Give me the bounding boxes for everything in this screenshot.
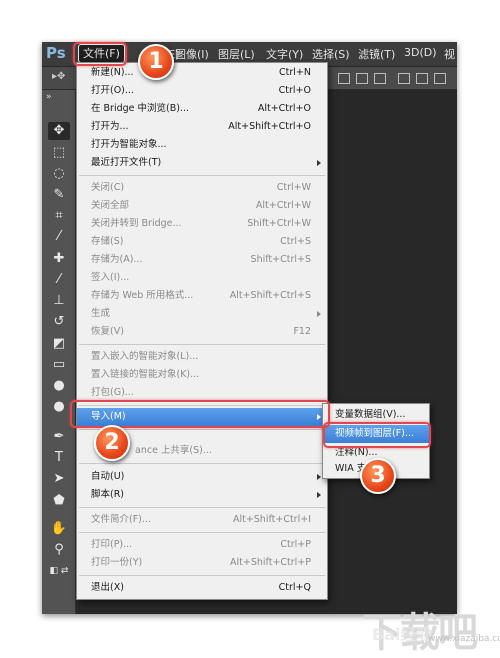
menu-view[interactable]: 视 <box>444 46 455 62</box>
watermark-url: www.xiazaiba.com <box>428 634 500 644</box>
menu-item-close[interactable]: 关闭(C) Ctrl+W <box>77 180 327 196</box>
ps-logo: Ps <box>46 44 66 62</box>
zoom-tool-icon[interactable]: ⚲ <box>48 541 70 559</box>
move-tool-option-icon[interactable]: ▸✥ <box>52 71 65 82</box>
menu-item-print-one-copy[interactable]: 打印一份(Y) Alt+Shift+Ctrl+P <box>77 555 327 571</box>
menu-item-open[interactable]: 打开(O)... Ctrl+O <box>77 83 327 99</box>
distribute-middle-icon[interactable] <box>416 73 428 84</box>
step-badge-1: 1 <box>138 44 174 80</box>
menu-item-save-as[interactable]: 存储为(A)... Shift+Ctrl+S <box>77 252 327 268</box>
highlight-ring-file-menu <box>73 42 127 66</box>
submenu-item-variable-data-sets[interactable]: 变量数据组(V)... <box>323 407 429 423</box>
menu-item-new[interactable]: 新建(N)... Ctrl+N <box>77 65 327 81</box>
menu-item-place-embedded[interactable]: 置入嵌入的智能对象(L)... <box>77 349 327 365</box>
hand-tool-icon[interactable]: ✋ <box>48 520 70 538</box>
default-colors-icon[interactable]: ◧ ⇄ <box>48 562 70 580</box>
menu-separator <box>79 532 325 533</box>
history-brush-tool-icon[interactable]: ↺ <box>48 313 70 331</box>
menu-item-revert[interactable]: 恢复(V) F12 <box>77 324 327 340</box>
crop-tool-icon[interactable]: ⌗ <box>48 207 70 225</box>
clone-stamp-tool-icon[interactable]: ⊥ <box>48 292 70 310</box>
submenu-arrow-icon <box>317 311 321 317</box>
menu-separator <box>79 507 325 508</box>
submenu-arrow-icon <box>317 492 321 498</box>
menu-separator <box>79 575 325 576</box>
tools-panel: » ✥ ⬚ ◌ ✎ ⌗ ⁄ ✚ ⁄ ⊥ ↺ ◩ ▭ ● ● ✒ T ➤ ⬟ ✋ … <box>42 90 76 614</box>
menu-item-check-in[interactable]: 签入(I)... <box>77 270 327 286</box>
menu-item-close-go-bridge[interactable]: 关闭并转到 Bridge... Shift+Ctrl+W <box>77 216 327 232</box>
step-badge-3: 3 <box>360 458 396 494</box>
menu-item-print[interactable]: 打印(P)... Ctrl+P <box>77 537 327 553</box>
dodge-tool-icon[interactable]: ● <box>48 398 70 416</box>
blur-tool-icon[interactable]: ● <box>48 377 70 395</box>
align-left-icon[interactable] <box>338 73 350 84</box>
menu-image[interactable]: 图像(I) <box>175 46 209 62</box>
align-right-icon[interactable] <box>374 73 386 84</box>
menu-type[interactable]: 文字(Y) <box>266 46 303 62</box>
menu-item-browse-bridge[interactable]: 在 Bridge 中浏览(B)... Alt+Ctrl+O <box>77 101 327 117</box>
step-badge-2: 2 <box>94 425 130 461</box>
file-menu-dropdown: 新建(N)... Ctrl+N 打开(O)... Ctrl+O 在 Bridge 中… <box>76 62 328 600</box>
brush-tool-icon[interactable]: ⁄ <box>48 271 70 289</box>
submenu-arrow-icon <box>317 160 321 166</box>
submenu-arrow-icon <box>317 474 321 480</box>
menu-item-automate[interactable]: 自动(U) <box>77 469 327 485</box>
menu-separator <box>79 463 325 464</box>
menu-item-save[interactable]: 存储(S) Ctrl+S <box>77 234 327 250</box>
menu-item-close-all[interactable]: 关闭全部 Alt+Ctrl+W <box>77 198 327 214</box>
panel-collapse-icon[interactable]: » <box>46 92 52 102</box>
distribute-bottom-icon[interactable] <box>434 73 446 84</box>
pen-tool-icon[interactable]: ✒ <box>48 428 70 446</box>
menu-item-place-linked[interactable]: 置入链接的智能对象(K)... <box>77 367 327 383</box>
align-center-icon[interactable] <box>356 73 368 84</box>
menu-separator <box>79 175 325 176</box>
menu-item-open-as[interactable]: 打开为... Alt+Shift+Ctrl+O <box>77 119 327 135</box>
menu-item-generate[interactable]: 生成 <box>77 306 327 322</box>
gradient-tool-icon[interactable]: ▭ <box>48 356 70 374</box>
menu-3d[interactable]: 3D(D) <box>404 46 437 59</box>
menu-item-recent-files[interactable]: 最近打开文件(T) <box>77 155 327 171</box>
menu-layer[interactable]: 图层(L) <box>218 46 255 62</box>
move-tool-icon[interactable]: ✥ <box>48 122 70 140</box>
distribute-top-icon[interactable] <box>398 73 410 84</box>
menu-item-save-for-web[interactable]: 存储为 Web 所用格式... Alt+Shift+Ctrl+S <box>77 288 327 304</box>
shape-tool-icon[interactable]: ⬟ <box>48 492 70 510</box>
eraser-tool-icon[interactable]: ◩ <box>48 335 70 353</box>
menu-filter[interactable]: 滤镜(T) <box>358 46 395 62</box>
lasso-tool-icon[interactable]: ◌ <box>48 165 70 183</box>
marquee-tool-icon[interactable]: ⬚ <box>48 144 70 162</box>
menu-select[interactable]: 选择(S) <box>312 46 350 62</box>
menu-item-exit[interactable]: 退出(X) Ctrl+Q <box>77 580 327 596</box>
menu-item-open-smart-object[interactable]: 打开为智能对象... <box>77 137 327 153</box>
menu-separator <box>79 344 325 345</box>
highlight-ring-import <box>70 400 330 428</box>
eyedropper-tool-icon[interactable]: ⁄ <box>48 228 70 246</box>
highlight-ring-video-frames <box>323 422 431 448</box>
type-tool-icon[interactable]: T <box>48 449 70 467</box>
menu-item-file-info[interactable]: 文件简介(F)... Alt+Shift+Ctrl+I <box>77 512 327 528</box>
menu-item-package[interactable]: 打包(G)... <box>77 385 327 401</box>
healing-brush-tool-icon[interactable]: ✚ <box>48 250 70 268</box>
menu-item-scripts[interactable]: 脚本(R) <box>77 487 327 503</box>
path-selection-tool-icon[interactable]: ➤ <box>48 470 70 488</box>
quick-select-tool-icon[interactable]: ✎ <box>48 186 70 204</box>
watermark-baidu: Bai经验 <box>372 625 433 644</box>
